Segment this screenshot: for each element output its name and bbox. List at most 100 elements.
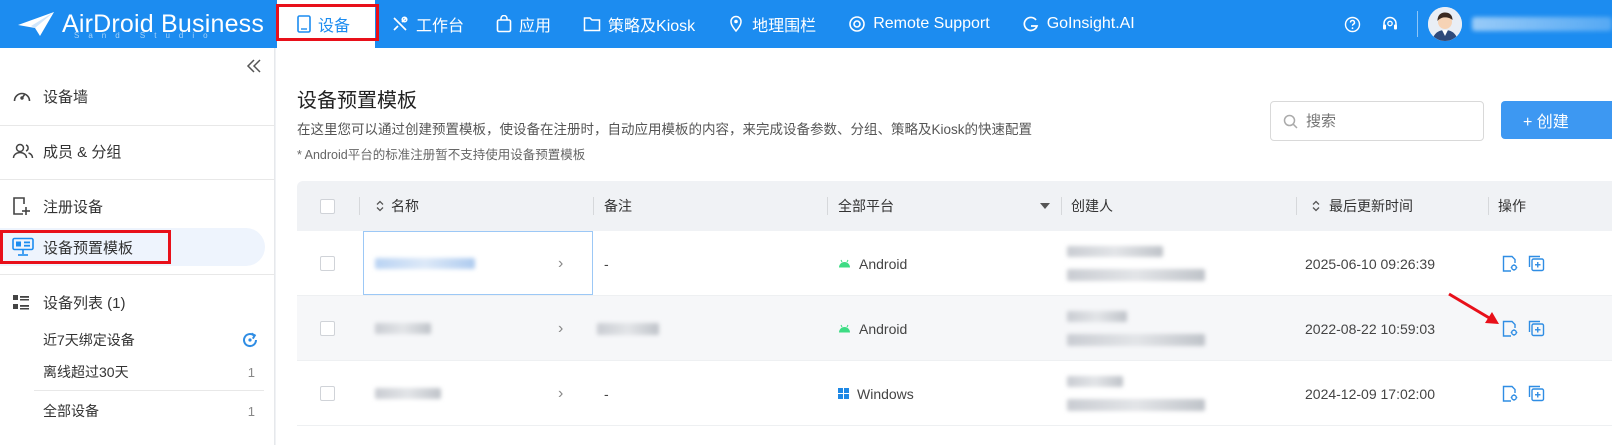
sidebar: 设备墙 成员 & 分组 注册设备 设备预置模板 设备列表 (1) 近7天绑定设备	[0, 48, 275, 445]
remark-cell	[597, 296, 659, 361]
row-select-cell	[320, 231, 335, 296]
nav-policy-kiosk[interactable]: 策略及Kiosk	[567, 0, 711, 48]
remark-redacted	[597, 322, 659, 335]
nav-policy-kiosk-label: 策略及Kiosk	[608, 18, 696, 35]
chevron-right-icon[interactable]: ›	[558, 361, 563, 426]
nav-remote-support[interactable]: Remote Support	[832, 0, 1006, 48]
remark-cell: -	[604, 385, 609, 402]
edit-config-icon[interactable]	[1501, 320, 1518, 337]
tools-icon	[391, 15, 409, 33]
windows-icon	[838, 388, 849, 399]
platform-cell: Android	[838, 231, 907, 296]
column-creator-label: 创建人	[1071, 198, 1113, 214]
column-name[interactable]: 名称	[375, 181, 419, 231]
sidebar-subitem-recent-bound[interactable]: 近7天绑定设备	[43, 326, 258, 354]
edit-config-icon[interactable]	[1501, 255, 1518, 272]
platform-cell: Android	[838, 296, 907, 361]
sidebar-item-members-groups[interactable]: 成员 & 分组	[0, 132, 265, 170]
main-nav: 设备 工作台 应用 策略及Kiosk 地理围栏 Remote Support G…	[277, 0, 1151, 48]
column-updated-label: 最后更新时间	[1329, 198, 1413, 214]
column-remark-label: 备注	[604, 198, 632, 214]
copy-template-icon[interactable]	[1528, 255, 1545, 272]
airdroid-logo[interactable]: AirDroid Business Sand Studio	[16, 4, 264, 44]
bag-icon	[496, 15, 512, 33]
nav-devices-label: 设备	[318, 18, 351, 35]
row-checkbox[interactable]	[320, 321, 335, 336]
column-actions-label: 操作	[1498, 198, 1526, 214]
row-select-cell	[320, 361, 335, 426]
sidebar-subitem-offline-30d[interactable]: 离线超过30天 1	[43, 358, 255, 386]
sidebar-divider	[0, 179, 274, 180]
sidebar-item-register-device[interactable]: 注册设备	[0, 187, 265, 225]
creator-redacted	[1067, 311, 1127, 322]
create-template-button[interactable]: + 创建	[1501, 101, 1612, 139]
name-cell[interactable]	[375, 361, 441, 426]
column-platform[interactable]: 全部平台	[838, 181, 1050, 231]
select-all-checkbox[interactable]	[320, 198, 335, 214]
sidebar-subitem-label: 全部设备	[43, 403, 99, 419]
updated-cell: 2022-08-22 10:59:03	[1305, 320, 1435, 337]
column-divider	[1488, 197, 1489, 215]
sidebar-subitem-label: 离线超过30天	[43, 364, 129, 380]
row-checkbox[interactable]	[320, 256, 335, 271]
search-input[interactable]	[1306, 112, 1476, 130]
copy-template-icon[interactable]	[1528, 385, 1545, 402]
sidebar-item-device-template[interactable]: 设备预置模板	[0, 228, 265, 266]
column-actions: 操作	[1498, 181, 1526, 231]
column-updated[interactable]: 最后更新时间	[1311, 181, 1413, 231]
sidebar-item-label: 设备墙	[43, 88, 89, 106]
sidebar-item-device-list[interactable]: 设备列表 (1)	[0, 283, 265, 321]
row-select-cell	[320, 296, 335, 361]
sidebar-subitem-all-devices[interactable]: 全部设备 1	[43, 397, 255, 425]
name-cell[interactable]	[375, 231, 475, 296]
table-row[interactable]: › Android 2022-08-22 10:59:03	[297, 296, 1612, 361]
dashboard-icon	[12, 87, 34, 105]
creator-email-redacted	[1067, 334, 1205, 346]
refresh-icon[interactable]	[241, 331, 259, 349]
creator-redacted	[1067, 246, 1163, 257]
sidebar-item-label: 注册设备	[43, 198, 104, 216]
logo-subtext: Sand Studio	[74, 31, 217, 40]
sidebar-subitem-count: 1	[247, 364, 255, 380]
nav-devices[interactable]: 设备	[277, 0, 375, 48]
collapse-sidebar-icon[interactable]	[246, 58, 262, 79]
column-creator: 创建人	[1071, 181, 1113, 231]
platform-label: Android	[859, 320, 908, 337]
nav-apps[interactable]: 应用	[480, 0, 567, 48]
name-cell[interactable]	[375, 296, 431, 361]
creator-cell	[1067, 231, 1205, 296]
template-table: 名称 备注 全部平台 创建人 最后更新时间 操作 › - Android 202…	[297, 181, 1612, 426]
chevron-right-icon[interactable]: ›	[558, 296, 563, 361]
edit-config-icon[interactable]	[1501, 385, 1518, 402]
table-row[interactable]: › - Android 2025-06-10 09:26:39	[297, 231, 1612, 296]
actions-cell	[1501, 231, 1555, 296]
chevron-right-icon[interactable]: ›	[558, 231, 563, 296]
copy-template-icon[interactable]	[1528, 320, 1545, 337]
nav-geofence[interactable]: 地理围栏	[711, 0, 832, 48]
nav-remote-support-label: Remote Support	[873, 15, 990, 32]
platform-cell: Windows	[838, 361, 914, 426]
goinsight-icon	[1022, 15, 1040, 33]
updated-cell: 2025-06-10 09:26:39	[1305, 255, 1435, 272]
table-row[interactable]: › - Windows 2024-12-09 17:02:00	[297, 361, 1612, 426]
column-divider	[593, 197, 594, 215]
header-actions	[1334, 0, 1612, 48]
paper-plane-icon	[18, 12, 54, 36]
headset-icon[interactable]	[1381, 15, 1399, 33]
filter-dropdown-icon[interactable]	[1040, 202, 1050, 210]
main-content: 设备预置模板 在这里您可以通过创建预置模板，使设备在注册时，自动应用模板的内容，…	[276, 48, 1612, 445]
template-name-redacted	[375, 323, 431, 334]
sidebar-item-device-wall[interactable]: 设备墙	[0, 77, 265, 115]
nav-workbench[interactable]: 工作台	[375, 0, 480, 48]
row-checkbox[interactable]	[320, 386, 335, 401]
template-name-redacted	[375, 258, 475, 269]
sidebar-divider	[0, 125, 274, 126]
header-divider	[1417, 11, 1418, 37]
creator-cell	[1067, 296, 1205, 361]
nav-goinsight[interactable]: GoInsight.AI	[1006, 0, 1151, 48]
help-icon[interactable]	[1344, 16, 1361, 33]
user-avatar[interactable]	[1428, 7, 1462, 41]
sidebar-item-label: 设备预置模板	[43, 239, 134, 257]
search-box[interactable]	[1270, 101, 1484, 141]
nav-geofence-label: 地理围栏	[752, 18, 817, 35]
